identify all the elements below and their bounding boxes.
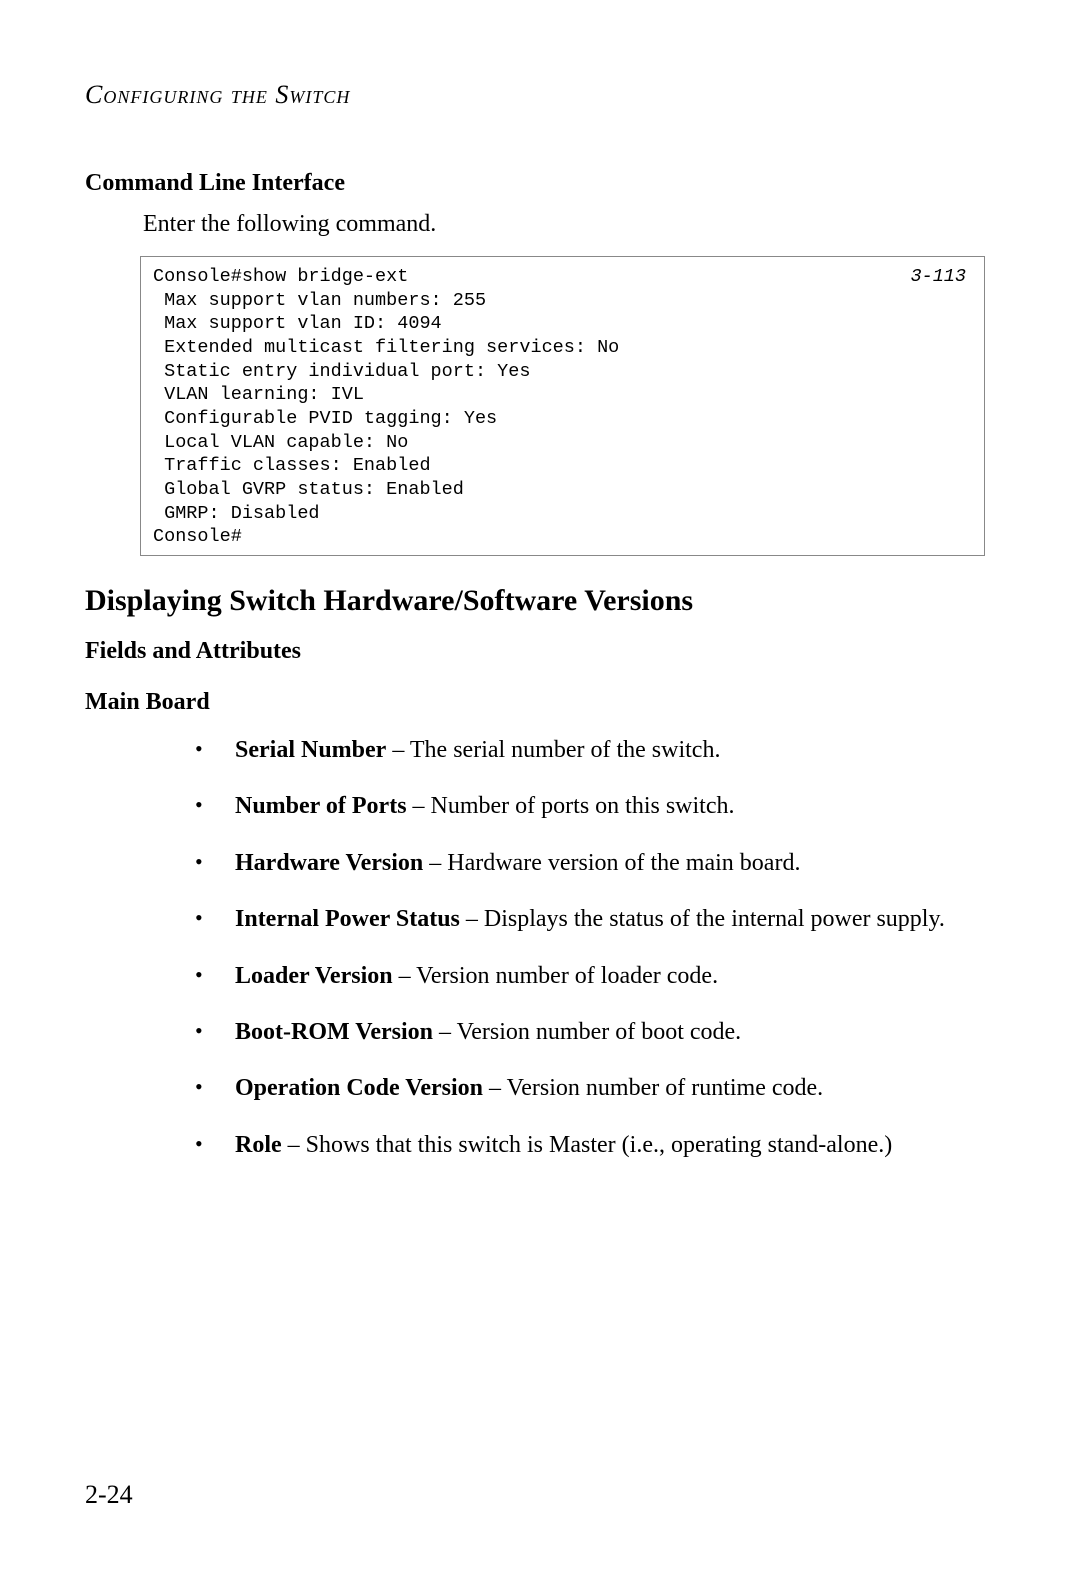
separator: – (483, 1075, 507, 1101)
list-item: Loader Version – Version number of loade… (185, 960, 985, 992)
description: Displays the status of the internal powe… (484, 906, 945, 932)
code-content: Console#show bridge-ext Max support vlan… (153, 266, 619, 547)
separator: – (282, 1132, 306, 1158)
term: Operation Code Version (235, 1075, 483, 1101)
heading-versions: Displaying Switch Hardware/Software Vers… (85, 584, 985, 618)
page-number: 2-24 (85, 1480, 133, 1510)
list-item: Hardware Version – Hardware version of t… (185, 847, 985, 879)
list-item: Serial Number – The serial number of the… (185, 734, 985, 766)
term: Loader Version (235, 963, 393, 989)
term: Hardware Version (235, 850, 423, 876)
field-list: Serial Number – The serial number of the… (185, 734, 985, 1161)
code-crossref: 3-113 (910, 265, 966, 289)
intro-paragraph: Enter the following command. (143, 211, 985, 238)
list-item: Role – Shows that this switch is Master … (185, 1129, 985, 1161)
description: Version number of boot code. (457, 1019, 742, 1045)
separator: – (393, 963, 417, 989)
separator: – (386, 737, 410, 763)
description: Hardware version of the main board. (447, 850, 800, 876)
list-item: Number of Ports – Number of ports on thi… (185, 790, 985, 822)
term: Boot-ROM Version (235, 1019, 433, 1045)
subheading-main-board: Main Board (85, 689, 985, 716)
term: Role (235, 1132, 282, 1158)
list-item: Operation Code Version – Version number … (185, 1072, 985, 1104)
list-item: Boot-ROM Version – Version number of boo… (185, 1016, 985, 1048)
term: Serial Number (235, 737, 386, 763)
description: Shows that this switch is Master (i.e., … (306, 1132, 893, 1158)
description: Number of ports on this switch. (431, 793, 735, 819)
subheading-fields: Fields and Attributes (85, 638, 985, 665)
description: Version number of loader code. (416, 963, 718, 989)
term: Number of Ports (235, 793, 407, 819)
heading-cli: Command Line Interface (85, 170, 985, 197)
separator: – (407, 793, 431, 819)
console-code-block: 3-113 Console#show bridge-ext Max support… (140, 256, 985, 556)
description: The serial number of the switch. (410, 737, 721, 763)
separator: – (423, 850, 447, 876)
description: Version number of runtime code. (507, 1075, 824, 1101)
separator: – (433, 1019, 457, 1045)
running-head: Configuring the Switch (85, 80, 985, 110)
term: Internal Power Status (235, 906, 460, 932)
list-item: Internal Power Status – Displays the sta… (185, 903, 985, 935)
page: Configuring the Switch Command Line Inte… (0, 0, 1080, 1161)
separator: – (460, 906, 484, 932)
